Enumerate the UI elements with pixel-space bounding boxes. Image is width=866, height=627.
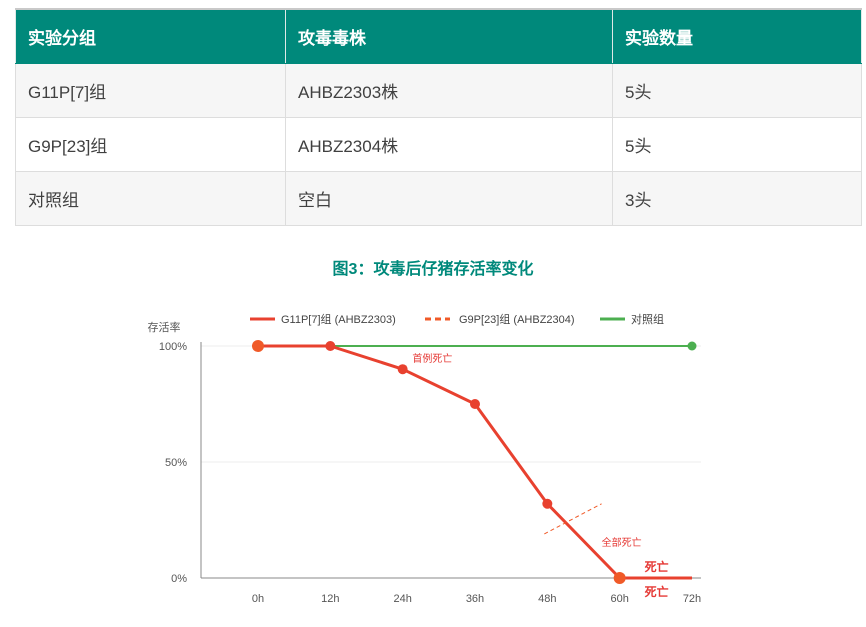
data-point-g11p7 [542,498,553,509]
cell-strain: AHBZ2303株 [285,63,613,118]
cell-group: 对照组 [15,171,286,226]
x-tick-label: 0h [252,593,264,605]
header-strain: 攻毒毒株 [285,8,613,64]
cell-count: 5头 [612,117,862,172]
legend-label: 对照组 [631,312,664,326]
annotation-dead-1: 死亡 [645,559,669,574]
data-point-g11p7 [325,341,336,351]
table-row: G9P[23]组 AHBZ2304株 5头 [15,117,862,172]
y-axis-label: 存活率 [148,320,181,334]
data-point-g9p23 [252,340,264,352]
cell-count: 3头 [612,171,862,226]
x-tick-label: 72h [683,593,701,605]
legend-label: G9P[23]组 (AHBZ2304) [459,312,575,326]
table-row: 对照组 空白 3头 [15,171,862,226]
data-point-g9p23 [613,572,626,584]
data-point-g11p7 [397,364,408,375]
y-tick-label: 50% [165,457,187,469]
cell-count: 5头 [612,63,862,118]
survival-rate-chart: 0% 50% 100% 存活率 0h 12h 24h 36h 48h 60h 72h G11P[7]组… [148,312,702,605]
cell-strain: AHBZ2304株 [285,117,613,172]
x-tick-label: 24h [393,593,411,605]
figure-title: 图3：攻毒后仔猪存活率变化 [332,261,534,278]
cell-group: G11P[7]组 [15,63,286,118]
data-point-control [687,341,697,351]
annotation-dead-2: 死亡 [645,584,669,599]
x-tick-label: 36h [466,593,484,605]
table-header-row: 实验分组 攻毒毒株 实验数量 [15,8,862,64]
header-group: 实验分组 [15,8,286,64]
y-tick-label: 100% [159,341,187,353]
x-tick-label: 48h [538,593,556,605]
annotation-first-death: 首例死亡 [412,352,452,365]
cell-group: G9P[23]组 [15,117,286,172]
y-tick-label: 0% [171,573,187,585]
table-row: G11P[7]组 AHBZ2303株 5头 [15,63,862,118]
header-count: 实验数量 [612,8,862,64]
data-point-g11p7 [470,399,480,409]
cell-strain: 空白 [285,171,613,226]
annotation-all-dead: 全部死亡 [602,536,642,549]
x-tick-label: 12h [321,593,339,605]
legend-label: G11P[7]组 (AHBZ2303) [281,312,396,326]
experiment-groups-table: 实验分组 攻毒毒株 实验数量 G11P[7]组 AHBZ2303株 5头 G9P… [15,8,862,226]
x-tick-label: 60h [610,593,628,605]
